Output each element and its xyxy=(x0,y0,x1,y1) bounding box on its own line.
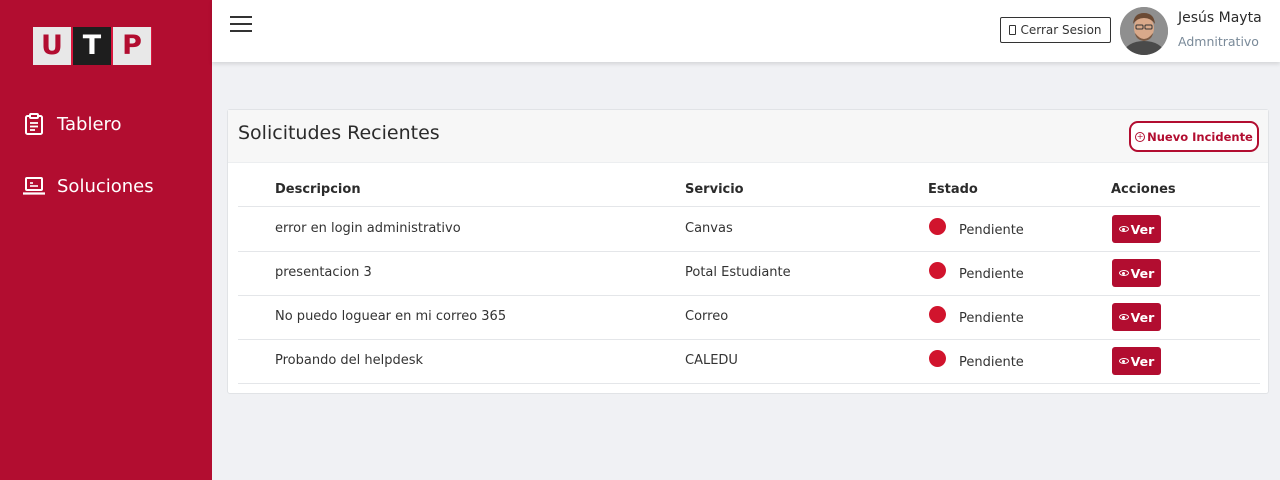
cell-servicio: CALEDU xyxy=(685,353,738,368)
cell-servicio: Correo xyxy=(685,309,729,324)
cell-descripcion: error en login administrativo xyxy=(275,221,461,236)
table-row: presentacion 3 Potal Estudiante Pendient… xyxy=(238,251,1260,295)
cell-servicio: Canvas xyxy=(685,221,733,236)
row-divider xyxy=(238,383,1260,384)
logout-button[interactable]: Cerrar Sesion xyxy=(1000,17,1111,43)
mobile-icon xyxy=(1009,25,1017,35)
sidebar: U T P Tablero Soluciones xyxy=(0,0,212,480)
table-row: error en login administrativo Canvas Pen… xyxy=(238,207,1260,251)
column-header-servicio: Servicio xyxy=(685,182,744,197)
view-button[interactable]: Ver xyxy=(1112,259,1161,287)
user-name: Jesús Mayta xyxy=(1178,10,1262,26)
column-header-estado: Estado xyxy=(928,182,978,197)
clipboard-icon xyxy=(22,112,46,136)
eye-icon xyxy=(1118,226,1129,232)
eye-icon xyxy=(1118,270,1129,276)
plus-circle-icon: + xyxy=(1135,131,1146,142)
view-label: Ver xyxy=(1130,309,1155,325)
laptop-icon xyxy=(22,174,46,198)
status-badge: Pendiente xyxy=(959,355,1024,370)
sidebar-item-soluciones[interactable]: Soluciones xyxy=(22,174,154,198)
view-button[interactable]: Ver xyxy=(1112,215,1161,243)
recent-requests-card: Solicitudes Recientes + Nuevo Incidente … xyxy=(227,109,1269,394)
new-incident-label: Nuevo Incidente xyxy=(1147,129,1253,144)
logo-letter-u: U xyxy=(33,27,71,65)
view-label: Ver xyxy=(1130,353,1155,369)
eye-icon xyxy=(1118,314,1129,320)
status-dot xyxy=(929,262,946,279)
cell-descripcion: Probando del helpdesk xyxy=(275,353,424,368)
sidebar-item-label: Tablero xyxy=(57,113,122,135)
logo-letter-p: P xyxy=(113,27,151,65)
logo-letter-t: T xyxy=(73,27,111,65)
view-button[interactable]: Ver xyxy=(1112,347,1161,375)
status-badge: Pendiente xyxy=(959,223,1024,238)
card-header: Solicitudes Recientes + Nuevo Incidente xyxy=(228,110,1268,163)
top-bar: Cerrar Sesion Jesús Mayta Admnitrativo xyxy=(212,0,1280,62)
status-badge: Pendiente xyxy=(959,311,1024,326)
view-label: Ver xyxy=(1130,221,1155,237)
cell-descripcion: No puedo loguear en mi correo 365 xyxy=(275,309,507,324)
avatar[interactable] xyxy=(1120,7,1168,55)
cell-descripcion: presentacion 3 xyxy=(275,265,372,280)
sidebar-item-tablero[interactable]: Tablero xyxy=(22,112,122,136)
user-role: Admnitrativo xyxy=(1178,34,1259,49)
status-badge: Pendiente xyxy=(959,267,1024,282)
table-row: Probando del helpdesk CALEDU Pendiente V… xyxy=(238,339,1260,383)
menu-icon[interactable] xyxy=(230,15,252,33)
table-row: No puedo loguear en mi correo 365 Correo… xyxy=(238,295,1260,339)
view-button[interactable]: Ver xyxy=(1112,303,1161,331)
logout-label: Cerrar Sesion xyxy=(1020,23,1102,37)
page-title: Solicitudes Recientes xyxy=(238,122,440,144)
column-header-descripcion: Descripcion xyxy=(275,182,361,197)
cell-servicio: Potal Estudiante xyxy=(685,265,791,280)
view-label: Ver xyxy=(1130,265,1155,281)
status-dot xyxy=(929,306,946,323)
eye-icon xyxy=(1118,358,1129,364)
status-dot xyxy=(929,218,946,235)
sidebar-item-label: Soluciones xyxy=(57,175,154,197)
utp-logo[interactable]: U T P xyxy=(33,27,152,65)
column-header-acciones: Acciones xyxy=(1111,182,1176,197)
status-dot xyxy=(929,350,946,367)
new-incident-button[interactable]: + Nuevo Incidente xyxy=(1129,121,1259,152)
